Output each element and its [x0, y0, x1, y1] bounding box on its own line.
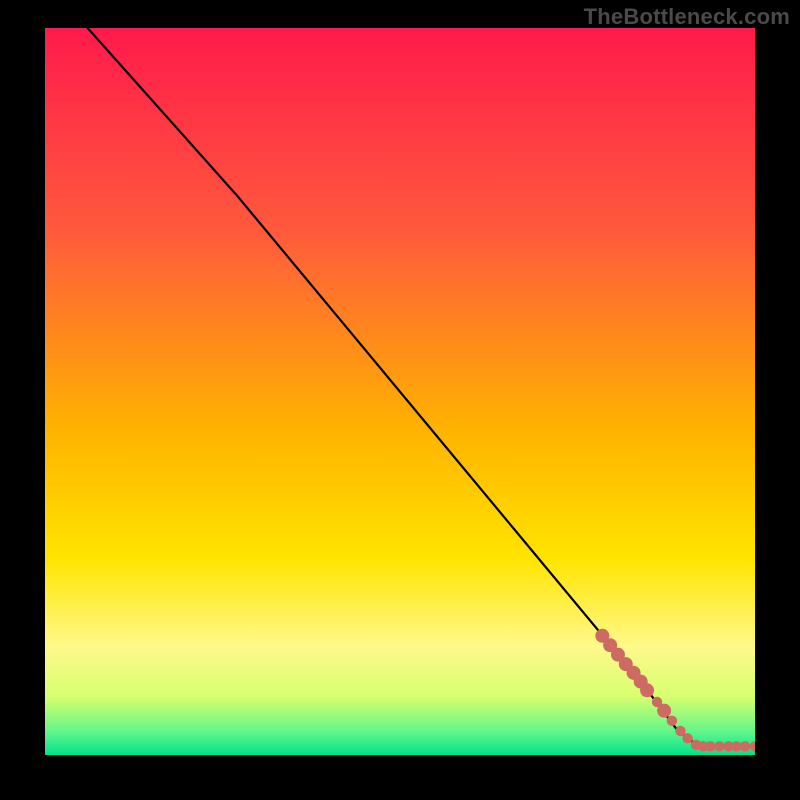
- curve-marker: [667, 716, 677, 726]
- curve-marker: [740, 741, 750, 751]
- curve-marker: [714, 741, 724, 751]
- curve-marker: [657, 704, 671, 718]
- chart-svg: [45, 28, 755, 755]
- curve-marker: [640, 683, 654, 697]
- watermark-text: TheBottleneck.com: [584, 4, 790, 30]
- curve-marker: [705, 741, 715, 751]
- chart-frame: TheBottleneck.com: [0, 0, 800, 800]
- plot-area: [45, 28, 755, 755]
- curve-marker: [682, 733, 692, 743]
